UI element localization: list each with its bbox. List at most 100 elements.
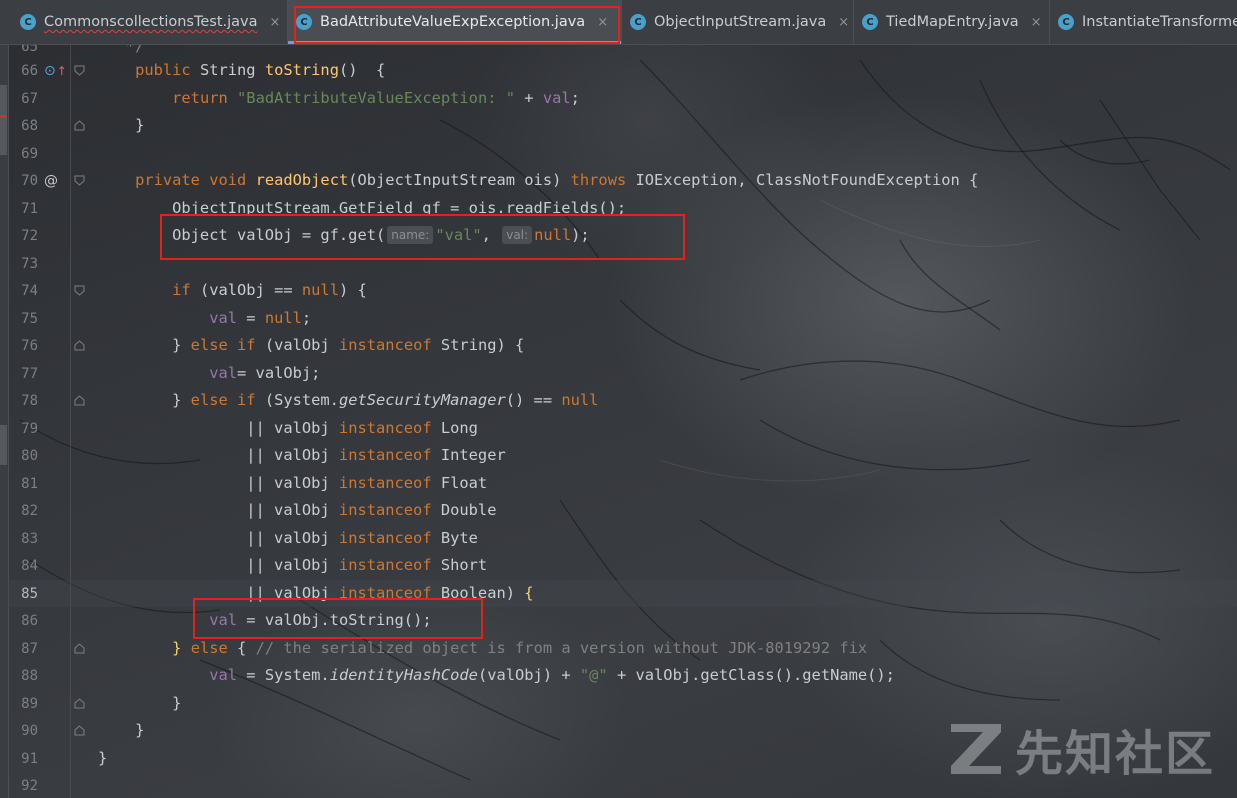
code-line[interactable]: 78 } else if (System.getSecurityManager(… xyxy=(8,387,1237,414)
code-line[interactable]: 82 || valObj instanceof Double xyxy=(8,497,1237,524)
fold-end-icon[interactable] xyxy=(74,725,85,736)
code-text: } else if (System.getSecurityManager() =… xyxy=(98,391,599,409)
fold-start-icon[interactable] xyxy=(74,285,85,296)
code-line[interactable]: 79 || valObj instanceof Long xyxy=(8,415,1237,442)
line-number: 83 xyxy=(21,530,38,547)
code-text: || valObj instanceof Byte xyxy=(98,529,478,547)
line-number: 84 xyxy=(21,557,38,574)
inlay-hint-val: val: xyxy=(502,226,533,244)
fold-mid-icon[interactable] xyxy=(74,395,85,406)
line-number: 70 xyxy=(21,172,38,189)
code-text: if (valObj == null) { xyxy=(172,281,367,299)
annotation-icon[interactable]: @ xyxy=(44,173,58,189)
code-line[interactable]: 81 || valObj instanceof Float xyxy=(8,470,1237,497)
code-line[interactable]: 69 xyxy=(8,140,1237,167)
code-text: || valObj instanceof Integer xyxy=(98,446,506,464)
code-line[interactable]: 89 } xyxy=(8,690,1237,717)
code-line[interactable]: 74 if (valObj == null) { xyxy=(8,277,1237,304)
line-number: 67 xyxy=(21,90,38,107)
code-text: return "BadAttributeValueException: " + … xyxy=(172,89,580,107)
code-line[interactable]: 88 val = System.identityHashCode(valObj)… xyxy=(8,662,1237,689)
code-line[interactable]: 76 } else if (valObj instanceof String) … xyxy=(8,332,1237,359)
tab-instantiate-transformer[interactable]: C InstantiateTransforme xyxy=(1050,0,1237,44)
java-class-icon: C xyxy=(630,14,646,30)
close-icon[interactable]: × xyxy=(270,15,281,30)
code-line[interactable]: 87 } else { // the serialized object is … xyxy=(8,635,1237,662)
code-line[interactable]: 72 Object valObj = gf.get(name: "val", va… xyxy=(8,222,1237,249)
line-number: 87 xyxy=(21,640,38,657)
line-number: 73 xyxy=(21,255,38,272)
code-text: public String toString() { xyxy=(135,61,386,79)
tab-commonscollections-test[interactable]: C CommonscollectionsTest.java × xyxy=(0,0,288,44)
code-line[interactable]: 84 || valObj instanceof Short xyxy=(8,552,1237,579)
code-editor[interactable]: 65 */ 66 ⊙↑ public String toString() { 6… xyxy=(8,45,1237,798)
code-text: || valObj instanceof Long xyxy=(98,419,478,437)
line-number: 81 xyxy=(21,475,38,492)
code-text: || valObj instanceof Boolean) { xyxy=(98,584,534,602)
editor-tab-bar: C CommonscollectionsTest.java × C BadAtt… xyxy=(0,0,1237,45)
fold-end-icon[interactable] xyxy=(74,120,85,131)
code-text: } xyxy=(98,721,145,739)
line-number: 69 xyxy=(21,145,38,162)
code-line[interactable]: 75 val = null; xyxy=(8,305,1237,332)
line-number: 85 xyxy=(21,585,38,602)
line-number: 92 xyxy=(21,777,38,794)
code-line[interactable]: 67 return "BadAttributeValueException: "… xyxy=(8,85,1237,112)
code-line[interactable]: 83 || valObj instanceof Byte xyxy=(8,525,1237,552)
line-number: 82 xyxy=(21,502,38,519)
line-number: 68 xyxy=(21,117,38,134)
fold-mid-icon[interactable] xyxy=(74,643,85,654)
code-text: } xyxy=(98,694,182,712)
code-line[interactable]: 68 } xyxy=(8,112,1237,139)
code-line[interactable]: 73 xyxy=(8,250,1237,277)
code-text: val = System.identityHashCode(valObj) + … xyxy=(209,666,895,684)
line-number: 72 xyxy=(21,227,38,244)
line-number: 78 xyxy=(21,392,38,409)
line-number: 79 xyxy=(21,420,38,437)
code-text: ObjectInputStream.GetField gf = ois.read… xyxy=(98,199,627,217)
strip-marker xyxy=(0,115,7,118)
java-class-icon: C xyxy=(1058,14,1074,30)
code-text: val = null; xyxy=(209,309,312,327)
line-number: 71 xyxy=(21,200,38,217)
code-line[interactable]: 86 val = valObj.toString(); xyxy=(8,607,1237,634)
line-number: 80 xyxy=(21,447,38,464)
line-number: 75 xyxy=(21,310,38,327)
fold-end-icon[interactable] xyxy=(74,698,85,709)
fold-mid-icon[interactable] xyxy=(74,340,85,351)
tab-label: TiedMapEntry.java xyxy=(886,14,1019,30)
close-icon[interactable]: × xyxy=(1031,15,1042,30)
inlay-hint-name: name: xyxy=(387,226,434,244)
close-icon[interactable]: × xyxy=(838,15,849,30)
tab-label: BadAttributeValueExpException.java xyxy=(320,14,586,30)
code-text: } xyxy=(98,749,108,767)
code-line[interactable]: 70 @ private void readObject(ObjectInput… xyxy=(8,167,1237,194)
tab-label: ObjectInputStream.java xyxy=(654,14,827,30)
java-class-icon: C xyxy=(296,14,312,30)
java-class-icon: C xyxy=(20,14,36,30)
override-icon[interactable]: ⊙↑ xyxy=(44,63,67,79)
fold-start-icon[interactable] xyxy=(74,65,85,76)
tab-bad-attribute-value-exp-exception[interactable]: C BadAttributeValueExpException.java × xyxy=(288,0,622,44)
code-text: } else { // the serialized object is fro… xyxy=(172,639,868,657)
code-line[interactable]: 66 ⊙↑ public String toString() { xyxy=(8,57,1237,84)
line-number: 66 xyxy=(21,62,38,79)
code-line[interactable]: 91 } xyxy=(8,745,1237,772)
code-line[interactable]: 80 || valObj instanceof Integer xyxy=(8,442,1237,469)
code-line[interactable]: 92 xyxy=(8,772,1237,798)
code-text: val= valObj; xyxy=(209,364,321,382)
code-text: || valObj instanceof Float xyxy=(98,474,488,492)
code-line[interactable]: 71 ObjectInputStream.GetField gf = ois.r… xyxy=(8,195,1237,222)
code-line[interactable]: 90 } xyxy=(8,717,1237,744)
tab-tied-map-entry[interactable]: C TiedMapEntry.java × xyxy=(854,0,1050,44)
code-line[interactable]: 77 val= valObj; xyxy=(8,360,1237,387)
close-icon[interactable]: × xyxy=(597,15,608,30)
line-number: 74 xyxy=(21,282,38,299)
strip-marker xyxy=(0,425,7,465)
fold-start-icon[interactable] xyxy=(74,175,85,186)
code-text: || valObj instanceof Short xyxy=(98,556,488,574)
tab-object-input-stream[interactable]: C ObjectInputStream.java × xyxy=(622,0,854,44)
code-text: val = valObj.toString(); xyxy=(209,611,432,629)
code-line-current[interactable]: 85 || valObj instanceof Boolean) { xyxy=(8,580,1237,607)
code-text: || valObj instanceof Double xyxy=(98,501,497,519)
